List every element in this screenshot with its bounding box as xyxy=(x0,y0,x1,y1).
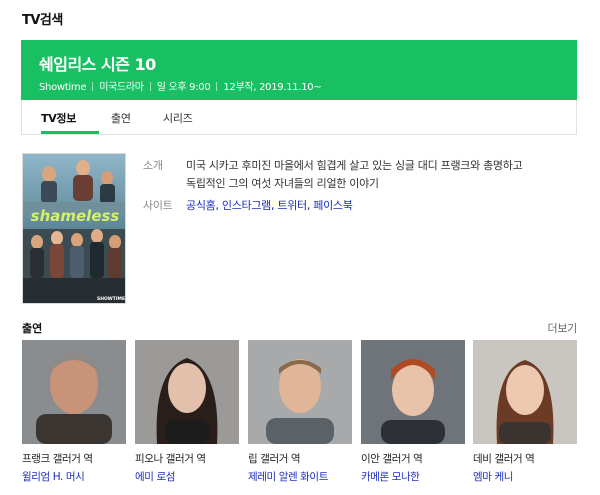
cast-photo[interactable] xyxy=(135,340,239,444)
active-tab-indicator xyxy=(41,131,99,134)
site-link-facebook[interactable]: 페이스북 xyxy=(313,199,353,212)
more-button[interactable]: 더보기 xyxy=(548,320,578,336)
show-poster[interactable]: shameless SHOWTIME xyxy=(22,153,126,304)
meta-divider xyxy=(216,82,218,91)
tab-bar: TV정보 출연 시리즈 xyxy=(21,100,577,135)
cast-photo[interactable] xyxy=(361,340,465,444)
summary-text: 미국 시카고 후미진 마을에서 힘겹게 살고 있는 싱글 대디 프랭크와 총명하… xyxy=(186,157,561,193)
meta-network: Showtime xyxy=(39,82,87,93)
cast-actor-link[interactable]: 윌리엄 H. 머시 xyxy=(22,469,126,484)
section-title: TV검색 xyxy=(22,13,63,28)
summary-line: 미국 시카고 후미진 마을에서 힘겹게 살고 있는 싱글 대디 프랭크와 총명하… xyxy=(186,159,523,172)
tab-tv-info[interactable]: TV정보 xyxy=(41,110,76,126)
cast-actor-link[interactable]: 카메론 모나한 xyxy=(361,469,465,484)
cast-role: 피오나 갤러거 역 xyxy=(135,453,206,465)
meta-divider xyxy=(149,82,151,91)
cast-card[interactable]: 피오나 갤러거 역 에미 로섬 xyxy=(135,340,239,484)
cast-photo[interactable] xyxy=(22,340,126,444)
cast-role: 립 갤러거 역 xyxy=(248,453,301,465)
tab-cast[interactable]: 출연 xyxy=(111,110,131,126)
cast-card[interactable]: 이안 갤러거 역 카메론 모나한 xyxy=(361,340,465,484)
cast-role: 데비 갤러거 역 xyxy=(473,453,535,465)
cast-role: 프랭크 갤러거 역 xyxy=(22,453,93,465)
show-meta: Showtime 미국드라마 일 오후 9:00 12부작, 2019.11.10~ xyxy=(39,78,322,93)
summary-line: 독립적인 그의 여섯 자녀들의 리얼한 이야기 xyxy=(186,177,379,190)
poster-image: shameless SHOWTIME xyxy=(23,154,125,303)
site-link-instagram[interactable]: 인스타그램 xyxy=(222,199,271,212)
cast-card[interactable]: 프랭크 갤러거 역 윌리엄 H. 머시 xyxy=(22,340,126,484)
cast-section-title: 출연 xyxy=(22,322,43,335)
meta-airtime: 일 오후 9:00 xyxy=(156,82,211,93)
cast-card[interactable]: 립 갤러거 역 제레미 알렌 화이트 xyxy=(248,340,352,484)
site-links: 공식홈, 인스타그램, 트위터, 페이스북 xyxy=(186,199,353,212)
show-title[interactable]: 쉐임리스 시즌 10 xyxy=(39,51,156,75)
poster-badge: SHOWTIME xyxy=(97,296,125,302)
cast-actor-link[interactable]: 엠마 케니 xyxy=(473,469,577,484)
tab-series[interactable]: 시리즈 xyxy=(163,110,193,126)
summary-row: 소개 미국 시카고 후미진 마을에서 힘겹게 살고 있는 싱글 대디 프랭크와 … xyxy=(143,157,583,197)
cast-actor-link[interactable]: 에미 로섬 xyxy=(135,469,239,484)
meta-genre: 미국드라마 xyxy=(99,82,144,93)
site-row: 사이트 공식홈, 인스타그램, 트위터, 페이스북 xyxy=(143,197,583,215)
summary-label: 소개 xyxy=(143,159,163,172)
meta-divider xyxy=(92,82,94,91)
poster-logo: shameless xyxy=(31,207,120,225)
cast-photo[interactable] xyxy=(248,340,352,444)
cast-card[interactable]: 데비 갤러거 역 엠마 케니 xyxy=(473,340,577,484)
cast-photo[interactable] xyxy=(473,340,577,444)
meta-episodes: 12부작, 2019.11.10~ xyxy=(223,82,322,93)
show-header: 쉐임리스 시즌 10 Showtime 미국드라마 일 오후 9:00 12부작, 2… xyxy=(21,40,577,100)
cast-role: 이안 갤러거 역 xyxy=(361,453,423,465)
site-link-twitter[interactable]: 트위터 xyxy=(277,199,307,212)
cast-actor-link[interactable]: 제레미 알렌 화이트 xyxy=(248,469,352,484)
site-link-official[interactable]: 공식홈 xyxy=(186,199,216,212)
site-label: 사이트 xyxy=(143,199,173,212)
